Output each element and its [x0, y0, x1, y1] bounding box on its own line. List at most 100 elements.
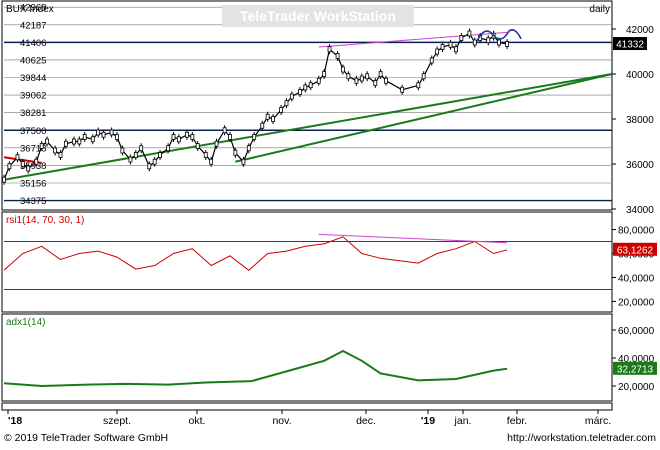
x-tick-label: febr. — [507, 415, 527, 427]
price-candle — [72, 138, 76, 145]
level-label: 42187 — [20, 20, 46, 31]
price-candle — [101, 131, 106, 138]
price-candle — [120, 147, 125, 154]
price-candle — [128, 156, 133, 163]
price-candle — [359, 75, 364, 82]
price-candle — [335, 53, 340, 59]
y-tick-label: 36000 — [626, 160, 654, 171]
price-candle — [109, 129, 114, 136]
price-candle — [308, 82, 313, 89]
price-candle — [435, 48, 440, 55]
price-candle — [346, 73, 351, 80]
price-candle — [176, 136, 181, 143]
price-candle — [472, 39, 477, 46]
x-tick-label: nov. — [272, 415, 291, 427]
price-candle — [82, 134, 87, 140]
price-candle — [241, 158, 246, 165]
x-tick-label: okt. — [189, 415, 206, 427]
price-candle — [34, 158, 39, 165]
price-candle — [7, 163, 12, 170]
price-candle — [327, 46, 332, 53]
price-candle — [203, 152, 208, 158]
last-value-label: 41332 — [616, 40, 644, 51]
x-tick-label: szept. — [103, 415, 131, 427]
x-tick-label: márc. — [585, 415, 611, 427]
price-candle — [58, 152, 63, 158]
price-y-axis: 34000 36000 38000 40000 42000 41332 — [612, 25, 654, 216]
price-candle — [271, 116, 275, 122]
copyright: © 2019 TeleTrader Software GmbH — [4, 432, 168, 444]
price-candle — [260, 122, 265, 129]
y-tick-label: 38000 — [626, 115, 654, 126]
adx-y-axis: 20,000040,000060,000032,2713 — [612, 326, 657, 393]
x-axis: '18 szept. okt. nov. dec. '19 jan. febr. márc. — [7, 410, 611, 427]
rsi-panel — [1, 211, 613, 313]
price-candle — [90, 136, 95, 143]
price-candle — [246, 145, 251, 152]
adx-title: adx1(14) — [6, 317, 45, 328]
rsi-y-axis: 20,000040,000060,000080,000063,1262 — [612, 226, 657, 308]
adx-y-tick-label: 60,0000 — [618, 326, 655, 337]
price-candle — [298, 89, 302, 95]
price-candle — [222, 127, 227, 134]
rsi-y-tick-label: 40,0000 — [618, 273, 655, 284]
source-url[interactable]: http://workstation.teletrader.com — [507, 432, 656, 444]
price-candle — [77, 138, 82, 145]
price-candle — [20, 161, 25, 167]
price-candle — [429, 57, 434, 64]
price-candle — [316, 77, 321, 84]
price-candle — [265, 113, 270, 120]
symbol-label: BUX Index — [6, 4, 54, 15]
price-candle — [400, 86, 405, 93]
price-candle — [214, 140, 219, 147]
chart-window: 4375042968421874140640625398443906238281… — [0, 0, 660, 445]
price-candle — [303, 84, 308, 91]
price-candle — [284, 100, 289, 107]
watermark: TeleTrader WorkStation — [240, 8, 396, 24]
price-candle — [139, 145, 144, 152]
level-label: 35156 — [20, 178, 46, 189]
rsi-y-tick-label: 20,0000 — [618, 297, 655, 308]
price-candle — [39, 143, 44, 149]
price-panel — [1, 0, 613, 211]
price-candle — [228, 134, 232, 140]
level-label: 39844 — [20, 73, 46, 84]
chart-canvas: 4375042968421874140640625398443906238281… — [1, 0, 657, 444]
price-candle — [448, 41, 453, 48]
price-candle — [45, 138, 49, 145]
price-candle — [152, 158, 157, 165]
price-candle — [486, 37, 491, 44]
price-candle — [53, 147, 58, 154]
rsi-title: rsi1(14, 70, 30, 1) — [6, 215, 84, 226]
price-candle — [497, 39, 501, 46]
price-candle — [133, 152, 138, 158]
price-candle — [378, 71, 383, 77]
price-candle — [459, 35, 464, 41]
level-label: 37500 — [20, 126, 46, 137]
price-candle — [115, 134, 119, 140]
price-candle — [384, 77, 388, 84]
price-candle — [373, 80, 378, 86]
volume-strip — [1, 402, 613, 411]
period-label: daily — [589, 4, 610, 15]
price-candle — [416, 82, 421, 89]
x-tick-label: '19 — [421, 415, 435, 427]
price-candle — [96, 129, 101, 136]
price-candle — [190, 134, 195, 140]
level-label: 39062 — [20, 91, 46, 102]
price-candle — [354, 77, 359, 84]
y-tick-label: 40000 — [626, 70, 654, 81]
price-candle — [63, 140, 68, 147]
x-tick-label: jan. — [454, 415, 472, 427]
price-candle — [233, 149, 238, 156]
y-tick-label: 42000 — [626, 25, 654, 36]
level-label: 40625 — [20, 55, 46, 66]
price-candle — [147, 163, 152, 170]
price-candle — [440, 44, 445, 50]
level-label: 34375 — [20, 196, 46, 207]
rsi-last-value-label: 63,1262 — [617, 245, 654, 256]
price-candle — [158, 152, 162, 158]
price-candle — [289, 93, 294, 100]
price-candle — [252, 134, 257, 140]
x-tick-label: '18 — [8, 415, 22, 427]
